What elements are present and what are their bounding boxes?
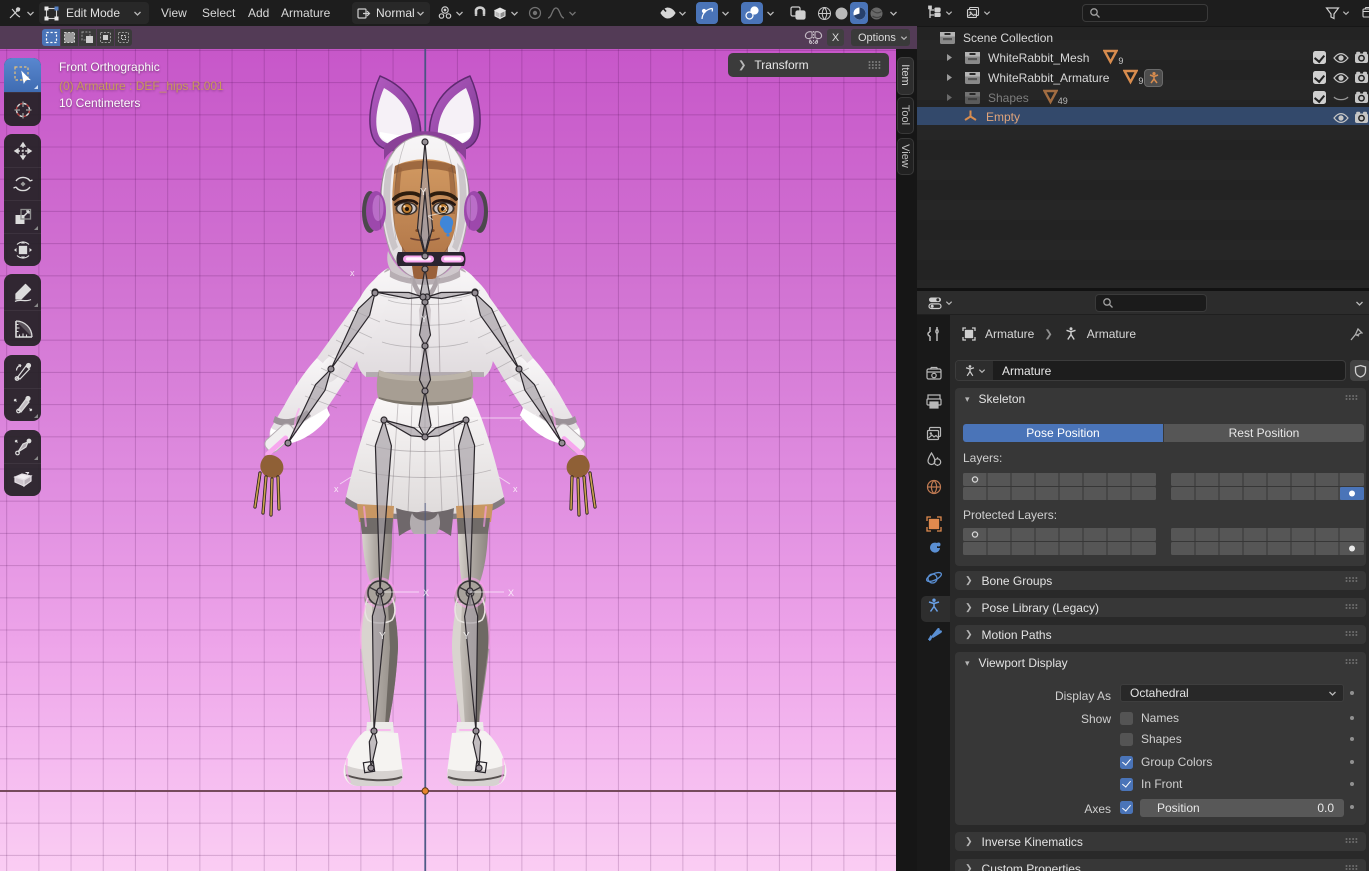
- svg-text:X: X: [423, 588, 429, 598]
- svg-text:X: X: [529, 413, 537, 425]
- svg-text:x: x: [443, 203, 448, 213]
- svg-text:x: x: [513, 484, 518, 494]
- svg-text:Y: Y: [379, 631, 386, 642]
- svg-text:x: x: [350, 268, 355, 278]
- svg-text:Y: Y: [420, 187, 427, 198]
- svg-text:Y: Y: [421, 314, 427, 324]
- svg-text:Y: Y: [463, 631, 470, 642]
- svg-text:X: X: [508, 588, 514, 598]
- svg-text:x: x: [334, 484, 339, 494]
